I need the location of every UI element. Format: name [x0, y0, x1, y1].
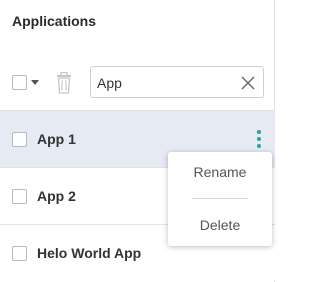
list-toolbar	[0, 64, 275, 102]
list-item-label: App 2	[37, 188, 76, 204]
menu-divider	[192, 198, 248, 199]
row-checkbox[interactable]	[12, 189, 27, 204]
row-checkbox[interactable]	[12, 246, 27, 261]
list-item-label: App 1	[37, 131, 76, 147]
rename-menu-item[interactable]: Rename	[168, 164, 272, 180]
chevron-down-icon[interactable]	[31, 80, 39, 85]
panel-title: Applications	[12, 13, 97, 29]
search-box	[90, 66, 264, 98]
list-item-label: Helo World App	[37, 245, 142, 261]
more-options-icon[interactable]	[252, 128, 266, 150]
context-menu: Rename Delete	[168, 152, 272, 246]
select-all-checkbox[interactable]	[12, 75, 27, 90]
row-checkbox[interactable]	[12, 132, 27, 147]
trash-icon[interactable]	[55, 72, 73, 94]
search-input[interactable]	[97, 73, 237, 93]
close-icon[interactable]	[241, 76, 255, 90]
delete-menu-item[interactable]: Delete	[168, 217, 272, 233]
